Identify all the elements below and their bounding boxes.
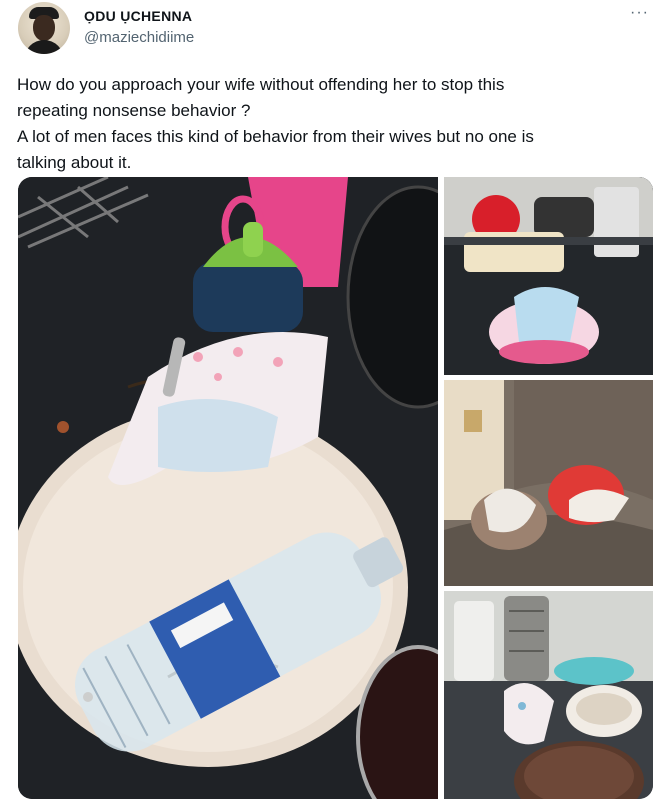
tweet: ỌDU ỤCHENNA @maziechidiime ··· How do yo… — [0, 0, 660, 799]
tweet-text-line: A lot of men faces this kind of behavior… — [17, 127, 534, 146]
tweet-text-line: talking about it. — [17, 153, 132, 172]
photo-main[interactable] — [18, 177, 438, 799]
photo-middle-right[interactable] — [444, 380, 653, 586]
more-options-icon[interactable]: ··· — [630, 4, 649, 22]
photo-bottom-right-illustration — [444, 591, 653, 799]
avatar-face — [33, 15, 55, 41]
user-handle[interactable]: @maziechidiime — [84, 29, 194, 46]
avatar[interactable] — [18, 2, 70, 54]
tweet-text-line: repeating nonsense behavior ? — [17, 101, 251, 120]
tweet-text-line: How do you approach your wife without of… — [17, 75, 505, 94]
photo-top-right[interactable] — [444, 177, 653, 375]
media-grid — [18, 177, 653, 799]
photo-middle-right-illustration — [444, 380, 653, 586]
photo-bottom-right[interactable] — [444, 591, 653, 799]
tweet-text: How do you approach your wife without of… — [17, 72, 647, 176]
display-name[interactable]: ỌDU ỤCHENNA — [84, 8, 192, 24]
photo-main-illustration — [18, 177, 438, 799]
avatar-shirt — [24, 40, 64, 54]
photo-top-right-illustration — [444, 177, 653, 375]
